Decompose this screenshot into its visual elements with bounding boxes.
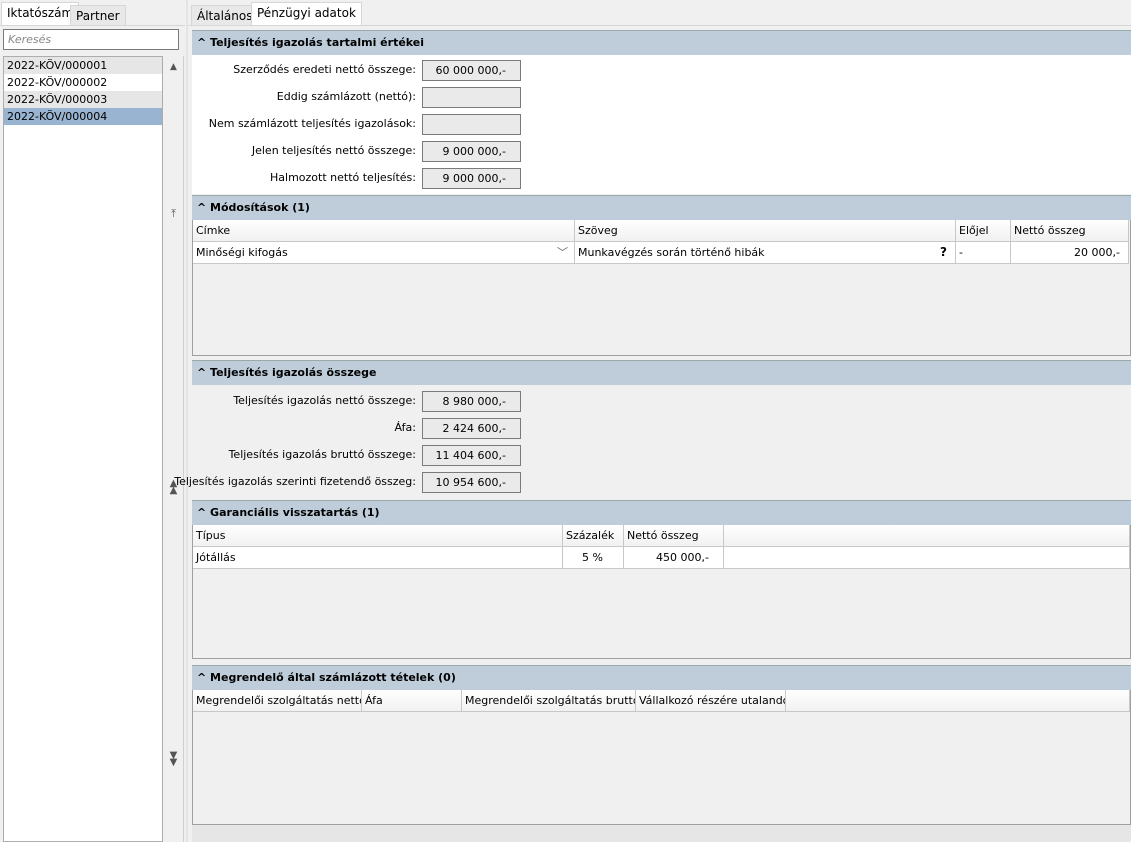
cell-value: Munkavégzés során történő hibák [578, 246, 765, 259]
chevron-down-icon[interactable]: ﹀ [557, 242, 568, 263]
field-szerzodes-eredeti: 60 000 000,- [422, 60, 521, 81]
tab-partner[interactable]: Partner [70, 5, 126, 26]
cell-cimke-dropdown[interactable]: Minőségi kifogás ﹀ [193, 242, 575, 264]
column-header[interactable]: Megrendelői szolgáltatás bruttó [462, 690, 636, 712]
section-title: Teljesítés igazolás tartalmi értékei [210, 36, 425, 49]
cell-szoveg[interactable]: Munkavégzés során történő hibák? [575, 242, 956, 264]
divider [0, 25, 185, 26]
field-fizetendo-osszeg: 10 954 600,- [422, 472, 521, 493]
cell-netto[interactable]: 20 000,- [1011, 242, 1129, 264]
cell-value: Minőségi kifogás [196, 246, 288, 259]
column-header[interactable]: Áfa [362, 690, 462, 712]
divider [188, 25, 1131, 26]
field-label: Jelen teljesítés nettó összege: [251, 144, 416, 157]
column-header[interactable]: Nettó összeg [624, 525, 724, 547]
section-title: Teljesítés igazolás összege [210, 366, 377, 379]
section-header-osszege[interactable]: ^ Teljesítés igazolás összege [192, 360, 1131, 385]
scroll-bottom-icon[interactable]: ▼ ▼ [163, 751, 184, 768]
search-input[interactable]: Keresés [3, 29, 179, 50]
column-header-empty [786, 690, 1130, 712]
section-title: Megrendelő által számlázott tételek (0) [210, 671, 456, 684]
cell-szazalek[interactable]: 5 % [563, 547, 624, 569]
column-header[interactable]: Címke [193, 220, 575, 242]
field-label: Szerződés eredeti nettó összege: [233, 63, 416, 76]
column-header[interactable]: Szöveg [575, 220, 956, 242]
list-item-selected[interactable]: 2022-KÖV/000004 [4, 108, 162, 125]
field-jelen-teljesites: 9 000 000,- [422, 141, 521, 162]
column-header-empty [724, 525, 1130, 547]
section-title: Módosítások (1) [210, 201, 310, 214]
field-netto-osszeg: 8 980 000,- [422, 391, 521, 412]
modositasok-table: Címke Szöveg Előjel Nettó összeg Minőség… [192, 220, 1131, 356]
field-brutto-osszeg: 11 404 600,- [422, 445, 521, 466]
tab-altalanos[interactable]: Általános [191, 5, 259, 26]
column-header[interactable]: Megrendelői szolgáltatás nettó [193, 690, 362, 712]
garancia-table: Típus Százalék Nettó összeg Jótállás 5 %… [192, 525, 1131, 659]
section-header-modositasok[interactable]: ^ Módosítások (1) [192, 195, 1131, 220]
tab-iktatoszam[interactable]: Iktatószám [1, 2, 80, 25]
help-icon[interactable]: ? [940, 242, 947, 263]
column-header[interactable]: Típus [193, 525, 563, 547]
field-afa: 2 424 600,- [422, 418, 521, 439]
field-label: Teljesítés igazolás bruttó összege: [228, 448, 416, 461]
megrendelo-table: Megrendelői szolgáltatás nettó Áfa Megre… [192, 690, 1131, 825]
footer-area [192, 825, 1131, 842]
list-item[interactable]: 2022-KÖV/000003 [4, 91, 162, 108]
field-label: Nem számlázott teljesítés igazolások: [208, 117, 416, 130]
section-header-garancialis[interactable]: ^ Garanciális visszatartás (1) [192, 500, 1131, 525]
column-header[interactable]: Nettó összeg [1011, 220, 1129, 242]
record-list[interactable]: 2022-KÖV/000001 2022-KÖV/000002 2022-KÖV… [3, 56, 163, 842]
field-label: Halmozott nettó teljesítés: [270, 171, 416, 184]
cell-elojel[interactable]: - [956, 242, 1011, 264]
section-header-megrendelo[interactable]: ^ Megrendelő által számlázott tételek (0… [192, 665, 1131, 690]
list-item[interactable]: 2022-KÖV/000001 [4, 57, 162, 74]
column-header[interactable]: Százalék [563, 525, 624, 547]
section-title: Garanciális visszatartás (1) [210, 506, 380, 519]
column-header[interactable]: Előjel [956, 220, 1011, 242]
scroll-top-icon[interactable]: ⤒ [163, 207, 184, 221]
tab-penzugyi-adatok[interactable]: Pénzügyi adatok [251, 2, 362, 25]
field-label: Eddig számlázott (nettó): [276, 90, 416, 103]
field-halmozott: 9 000 000,- [422, 168, 521, 189]
cell-tipus[interactable]: Jótállás [193, 547, 563, 569]
field-label: Áfa: [394, 421, 416, 434]
field-label: Teljesítés igazolás szerinti fizetendő ö… [174, 475, 416, 488]
field-eddig-szamlazott [422, 87, 521, 108]
field-nem-szamlazott [422, 114, 521, 135]
cell-netto[interactable]: 450 000,- [624, 547, 724, 569]
column-header[interactable]: Vállalkozó részére utalandó [636, 690, 786, 712]
field-label: Teljesítés igazolás nettó összege: [233, 394, 416, 407]
cell-empty [724, 547, 1130, 569]
list-item[interactable]: 2022-KÖV/000002 [4, 74, 162, 91]
section-header-tartalmi-ertekek[interactable]: ^ Teljesítés igazolás tartalmi értékei [192, 30, 1131, 55]
